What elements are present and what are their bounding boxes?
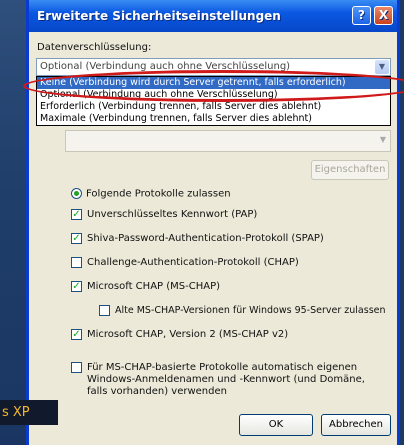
chevron-down-icon: ▼ (379, 135, 386, 144)
checkbox-pap-label: Unverschlüsseltes Kennwort (PAP) (87, 209, 258, 220)
dropdown-option-required[interactable]: Erforderlich (Verbindung trennen, falls … (37, 101, 390, 113)
checkbox-checked-icon[interactable]: ✓ (71, 329, 82, 340)
dialog-title: Erweiterte Sicherheitseinstellungen (37, 9, 281, 23)
chevron-down-icon[interactable]: ▼ (375, 60, 389, 74)
encryption-label: Datenverschlüsselung: (37, 42, 152, 53)
checkbox-checked-icon[interactable]: ✓ (71, 233, 82, 244)
checkbox-spap[interactable]: ✓ Shiva-Password-Authentication-Protokoll… (71, 233, 324, 245)
auth-method-select-disabled: ▼ (65, 130, 391, 152)
checkbox-auto-logon-label: Für MS-CHAP-basierte Protokolle automati… (87, 362, 365, 397)
encryption-select[interactable]: Optional (Verbindung auch ohne Verschlüs… (36, 58, 391, 76)
radio-selected-icon[interactable] (71, 188, 82, 199)
checkbox-mschap-legacy[interactable]: Alte MS-CHAP-Versionen für Windows 95-Se… (99, 305, 386, 316)
checkbox-mschap-label: Microsoft CHAP (MS-CHAP) (87, 281, 220, 292)
close-icon: X (378, 8, 389, 22)
checkbox-checked-icon[interactable]: ✓ (71, 209, 82, 220)
checkbox-spap-label: Shiva-Password-Authentication-Protokoll … (87, 233, 324, 244)
protocols-radio[interactable]: Folgende Protokolle zulassen (71, 188, 231, 200)
os-caption: s XP (0, 400, 58, 425)
dropdown-option-none[interactable]: Keine (Verbindung wird durch Server getr… (37, 77, 390, 89)
dialog-titlebar: Erweiterte Sicherheitseinstellungen ? X (29, 0, 397, 32)
help-icon: ? (358, 8, 365, 22)
properties-button: Eigenschaften (311, 160, 389, 180)
close-button[interactable]: X (374, 6, 393, 25)
checkbox-chap-label: Challenge-Authentication-Protokoll (CHAP… (87, 257, 299, 268)
checkbox-auto-logon[interactable]: Für MS-CHAP-basierte Protokolle automati… (71, 362, 371, 398)
dropdown-option-maximum[interactable]: Maximale (Verbindung trennen, falls Serv… (37, 113, 390, 125)
checkbox-checked-icon[interactable]: ✓ (71, 281, 82, 292)
encryption-selected-value: Optional (Verbindung auch ohne Verschlüs… (40, 61, 291, 72)
cancel-button[interactable]: Abbrechen (321, 414, 391, 436)
checkbox-pap[interactable]: ✓ Unverschlüsseltes Kennwort (PAP) (71, 209, 257, 221)
advanced-security-dialog: Erweiterte Sicherheitseinstellungen ? X … (23, 0, 404, 445)
dropdown-option-optional[interactable]: Optional (Verbindung auch ohne Verschlüs… (37, 89, 390, 101)
encryption-dropdown-list: Keine (Verbindung wird durch Server getr… (36, 76, 391, 126)
protocols-radio-label: Folgende Protokolle zulassen (86, 188, 231, 200)
checkbox-unchecked-icon[interactable] (71, 362, 82, 373)
ok-button[interactable]: OK (239, 414, 313, 436)
checkbox-unchecked-icon[interactable] (99, 305, 110, 316)
checkbox-mschap[interactable]: ✓ Microsoft CHAP (MS-CHAP) (71, 281, 220, 293)
help-button[interactable]: ? (352, 6, 371, 25)
checkbox-mschap-legacy-label: Alte MS-CHAP-Versionen für Windows 95-Se… (115, 305, 386, 316)
checkbox-mschap-v2[interactable]: ✓ Microsoft CHAP, Version 2 (MS-CHAP v2) (71, 329, 288, 341)
checkbox-mschap-v2-label: Microsoft CHAP, Version 2 (MS-CHAP v2) (87, 329, 289, 340)
checkbox-unchecked-icon[interactable] (71, 257, 82, 268)
checkbox-chap[interactable]: Challenge-Authentication-Protokoll (CHAP… (71, 257, 299, 269)
